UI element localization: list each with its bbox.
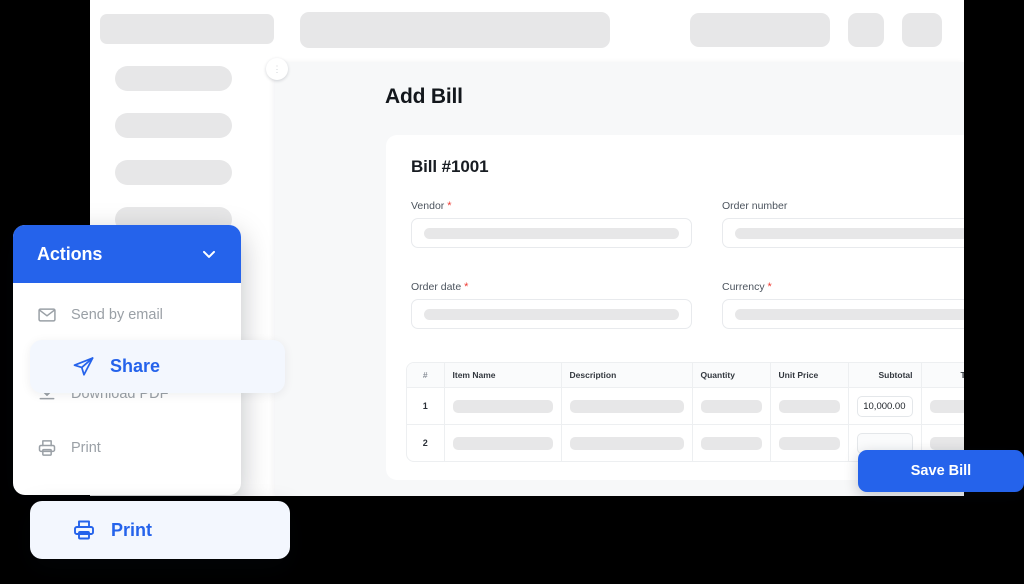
- menu-item-label: Print: [71, 440, 101, 456]
- cell-item-name[interactable]: [444, 387, 562, 425]
- sidebar-item-placeholder-2: [115, 113, 232, 138]
- menu-item-send-by-email[interactable]: Send by email: [13, 291, 241, 339]
- order-number-input[interactable]: [722, 218, 964, 248]
- cell-unit-price[interactable]: [770, 424, 849, 461]
- page-title: Add Bill: [385, 85, 463, 108]
- envelope-icon: [37, 305, 57, 325]
- highlighted-share-item[interactable]: Share: [30, 340, 285, 393]
- save-bill-button[interactable]: Save Bill: [858, 450, 1024, 492]
- description-input-placeholder: [569, 399, 684, 413]
- sidebar-item-placeholder-1: [115, 66, 232, 91]
- highlighted-print-label: Print: [111, 519, 153, 540]
- quantity-input-placeholder: [700, 436, 762, 450]
- skeleton-icon-button-1: [848, 13, 884, 47]
- field-order-date: Order date *: [411, 281, 692, 329]
- field-order-number-label-text: Order number: [722, 200, 788, 212]
- top-bar: [90, 0, 964, 62]
- col-header-description: Description: [561, 363, 693, 388]
- tax-input-placeholder: [929, 399, 964, 413]
- col-header-item-name: Item Name: [444, 363, 562, 388]
- col-header-quantity: Quantity: [692, 363, 771, 388]
- cell-subtotal[interactable]: 10,000.00: [848, 387, 922, 425]
- table-row: 1 10,000.00: [407, 387, 964, 425]
- field-currency-label-text: Currency: [722, 281, 765, 293]
- row-index: 1: [407, 387, 445, 425]
- cell-quantity[interactable]: [692, 387, 771, 425]
- unit-price-input-placeholder: [778, 399, 840, 413]
- printer-icon: [37, 438, 57, 458]
- cell-description[interactable]: [561, 387, 693, 425]
- vendor-input[interactable]: [411, 218, 692, 248]
- col-header-tax: Tax: [921, 363, 964, 388]
- bill-number-heading: Bill #1001: [411, 157, 489, 176]
- currency-input-placeholder-bar: [735, 308, 964, 320]
- item-name-input-placeholder: [452, 399, 553, 413]
- cell-unit-price[interactable]: [770, 387, 849, 425]
- subtotal-input[interactable]: 10,000.00: [856, 395, 913, 417]
- field-order-date-label: Order date *: [411, 281, 692, 293]
- printer-icon: [72, 518, 96, 542]
- highlighted-share-label: Share: [110, 356, 161, 376]
- description-input-placeholder: [569, 436, 684, 450]
- order-number-input-placeholder-bar: [735, 227, 964, 239]
- bill-form-card: Bill #1001 Vendor * Order number Order d…: [386, 135, 964, 480]
- col-header-unit-price: Unit Price: [770, 363, 849, 388]
- tax-input-placeholder: [929, 436, 964, 450]
- cell-quantity[interactable]: [692, 424, 771, 461]
- skeleton-search-bar: [300, 12, 610, 48]
- field-vendor-label: Vendor *: [411, 200, 692, 212]
- required-marker: *: [464, 281, 469, 293]
- send-icon: [72, 355, 95, 378]
- field-currency-label: Currency *: [722, 281, 964, 293]
- field-order-date-label-text: Order date: [411, 281, 462, 293]
- quantity-input-placeholder: [700, 399, 762, 413]
- chevron-down-icon[interactable]: [199, 244, 219, 264]
- field-vendor: Vendor *: [411, 200, 692, 248]
- table-header-row: # Item Name Description Quantity Unit Pr…: [407, 363, 964, 388]
- sidebar-collapse-toggle[interactable]: ⋮: [266, 58, 288, 80]
- col-header-index: #: [407, 363, 445, 388]
- grip-dots-icon: ⋮: [272, 63, 282, 74]
- col-header-subtotal: Subtotal: [848, 363, 922, 388]
- line-items-table: # Item Name Description Quantity Unit Pr…: [406, 362, 964, 462]
- skeleton-action-button: [690, 13, 830, 47]
- cell-item-name[interactable]: [444, 424, 562, 461]
- currency-input[interactable]: [722, 299, 964, 329]
- order-date-input[interactable]: [411, 299, 692, 329]
- actions-dropdown-header[interactable]: Actions: [13, 225, 241, 283]
- item-name-input-placeholder: [452, 436, 553, 450]
- order-date-input-placeholder-bar: [424, 308, 679, 320]
- skeleton-icon-button-2: [902, 13, 942, 47]
- highlighted-print-item[interactable]: Print: [30, 501, 290, 559]
- cell-tax[interactable]: [921, 387, 964, 425]
- menu-item-label: Send by email: [71, 307, 163, 323]
- unit-price-input-placeholder: [778, 436, 840, 450]
- row-index: 2: [407, 424, 445, 461]
- field-order-number-label: Order number: [722, 200, 964, 212]
- main-content: Add Bill Bill #1001 Vendor * Order numbe…: [275, 62, 964, 496]
- required-marker: *: [767, 281, 772, 293]
- skeleton-logo: [100, 14, 274, 44]
- cell-description[interactable]: [561, 424, 693, 461]
- menu-item-print[interactable]: Print: [13, 427, 241, 469]
- field-currency: Currency *: [722, 281, 964, 329]
- vendor-input-placeholder-bar: [424, 227, 679, 239]
- field-order-number: Order number: [722, 200, 964, 248]
- actions-dropdown-title: Actions: [37, 243, 103, 264]
- sidebar-item-placeholder-3: [115, 160, 232, 185]
- field-vendor-label-text: Vendor: [411, 200, 445, 212]
- required-marker: *: [447, 200, 452, 212]
